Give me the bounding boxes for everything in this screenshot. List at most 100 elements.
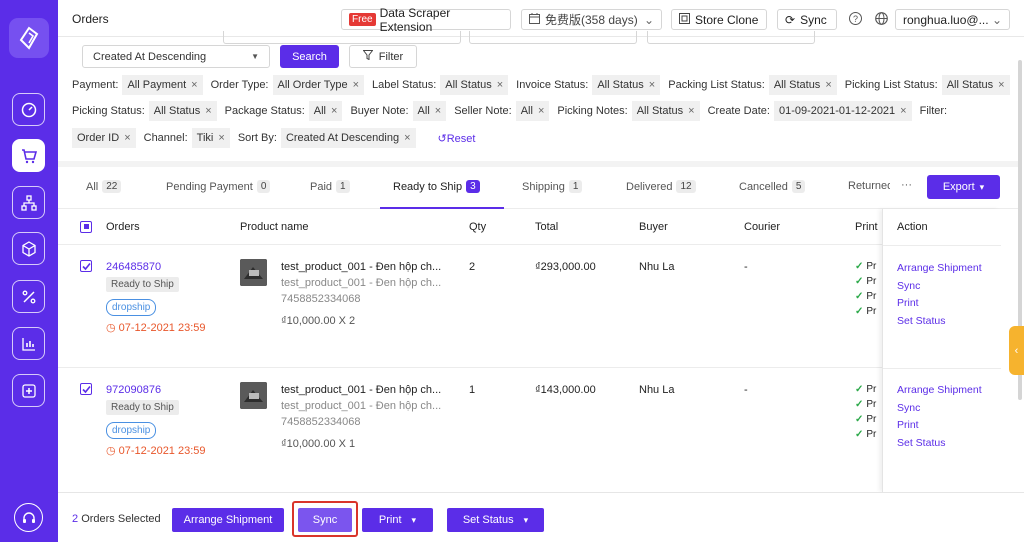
column-product[interactable]: Product name bbox=[240, 221, 308, 233]
tab-all[interactable]: All 22 bbox=[86, 180, 122, 193]
set-status-link[interactable]: Set Status bbox=[897, 437, 945, 449]
row-checkbox[interactable] bbox=[80, 260, 92, 274]
bulk-set-status-button[interactable]: Set Status ▾ bbox=[447, 508, 544, 532]
bulk-sync-button[interactable]: Sync bbox=[298, 508, 352, 532]
filter-chip-sort-by[interactable]: Created At Descending × bbox=[280, 128, 416, 148]
selection-summary: 2 Orders Selected bbox=[72, 513, 161, 525]
column-total[interactable]: Total bbox=[535, 221, 558, 233]
filter-chip-order-id[interactable]: Order ID × bbox=[72, 128, 136, 148]
chart-icon[interactable] bbox=[12, 327, 45, 360]
table-row[interactable]: 972090876 Ready to Ship dropship ◷ 07-12… bbox=[58, 368, 882, 492]
close-icon[interactable]: × bbox=[218, 132, 224, 144]
reset-link[interactable]: ↺Reset bbox=[438, 132, 476, 145]
date-input-partial[interactable] bbox=[469, 31, 637, 44]
filter-chip-order-type[interactable]: All Order Type × bbox=[272, 75, 365, 95]
close-icon[interactable]: × bbox=[825, 79, 831, 91]
tab-shipping[interactable]: Shipping 1 bbox=[522, 180, 583, 193]
tab-cancelled[interactable]: Cancelled 5 bbox=[739, 180, 806, 193]
bulk-arrange-shipment-button[interactable]: Arrange Shipment bbox=[172, 508, 284, 532]
product-name[interactable]: test_product_001 - Đen hộp ch... bbox=[281, 261, 441, 273]
search-button[interactable]: Search bbox=[280, 45, 339, 68]
filter-chip-packing-list-status[interactable]: All Status × bbox=[768, 75, 837, 95]
table-row[interactable]: 246485870 Ready to Ship dropship ◷ 07-12… bbox=[58, 245, 882, 368]
tab-pending-payment[interactable]: Pending Payment 0 bbox=[166, 180, 271, 193]
export-button[interactable]: Export ▾ bbox=[927, 175, 1000, 199]
arrange-shipment-link[interactable]: Arrange Shipment bbox=[897, 262, 982, 274]
tab-label: All bbox=[86, 180, 99, 193]
column-qty[interactable]: Qty bbox=[469, 221, 486, 233]
tab-delivered[interactable]: Delivered 12 bbox=[626, 180, 696, 193]
product-thumbnail[interactable] bbox=[240, 259, 267, 286]
filter-chip-payment[interactable]: All Payment × bbox=[122, 75, 203, 95]
product-name[interactable]: test_product_001 - Đen hộp ch... bbox=[281, 384, 441, 396]
close-icon[interactable]: × bbox=[435, 105, 441, 117]
cart-icon[interactable] bbox=[12, 139, 45, 172]
filter-chip-label-status[interactable]: All Status × bbox=[440, 75, 509, 95]
close-icon[interactable]: × bbox=[331, 105, 337, 117]
close-icon[interactable]: × bbox=[205, 105, 211, 117]
globe-icon[interactable] bbox=[875, 12, 888, 28]
filter-chip-package-status[interactable]: All × bbox=[308, 101, 343, 121]
close-icon[interactable]: × bbox=[688, 105, 694, 117]
tab-ready-to-ship[interactable]: Ready to Ship 3 bbox=[393, 180, 480, 193]
sort-select[interactable]: Created At Descending ▼ bbox=[82, 45, 270, 68]
close-icon[interactable]: × bbox=[649, 79, 655, 91]
bulk-print-button[interactable]: Print ▾ bbox=[362, 508, 433, 532]
column-orders[interactable]: Orders bbox=[106, 221, 140, 233]
filter-chip-picking-notes[interactable]: All Status × bbox=[631, 101, 700, 121]
filter-chip-picking-list-status[interactable]: All Status × bbox=[941, 75, 1010, 95]
order-id-link[interactable]: 246485870 bbox=[106, 261, 161, 273]
search-input-partial[interactable] bbox=[223, 31, 461, 44]
plan-select[interactable]: 免费版(358 days) ⌄ bbox=[521, 9, 662, 30]
arrange-shipment-link[interactable]: Arrange Shipment bbox=[897, 384, 982, 396]
sync-top-button[interactable]: ⟳ Sync bbox=[777, 9, 837, 30]
column-courier[interactable]: Courier bbox=[744, 221, 780, 233]
print-link[interactable]: Print bbox=[897, 419, 919, 431]
check-icon: ✓ bbox=[855, 291, 864, 302]
headset-icon[interactable] bbox=[14, 503, 43, 532]
tab-paid[interactable]: Paid 1 bbox=[310, 180, 350, 193]
row-checkbox[interactable] bbox=[80, 383, 92, 397]
select-all-checkbox[interactable] bbox=[80, 220, 92, 233]
product-thumbnail[interactable] bbox=[240, 382, 267, 409]
close-icon[interactable]: × bbox=[998, 79, 1004, 91]
close-icon[interactable]: × bbox=[353, 79, 359, 91]
box-icon[interactable] bbox=[12, 232, 45, 265]
close-icon[interactable]: × bbox=[124, 132, 130, 144]
close-icon[interactable]: × bbox=[538, 105, 544, 117]
filter-button[interactable]: Filter bbox=[349, 45, 417, 68]
close-icon[interactable]: × bbox=[900, 105, 906, 117]
filter-chip-create-date[interactable]: 01-09-2021-01-12-2021 × bbox=[773, 101, 912, 121]
store-clone-button[interactable]: Store Clone bbox=[671, 9, 767, 30]
close-icon[interactable]: × bbox=[191, 79, 197, 91]
filter-chip-invoice-status[interactable]: All Status × bbox=[592, 75, 661, 95]
column-print[interactable]: Print bbox=[855, 221, 879, 233]
filter-label-invoice-status: Invoice Status: bbox=[516, 79, 589, 91]
filter-chip-picking-status[interactable]: All Status × bbox=[148, 101, 217, 121]
chevron-left-icon[interactable]: ‹ bbox=[1009, 326, 1024, 375]
sitemap-icon[interactable] bbox=[12, 186, 45, 219]
percent-icon[interactable] bbox=[12, 280, 45, 313]
tab-returned[interactable]: Returned bbox=[848, 180, 890, 192]
print-link[interactable]: Print bbox=[897, 297, 919, 309]
filter-chip-buyer-note[interactable]: All × bbox=[412, 101, 447, 121]
sync-link[interactable]: Sync bbox=[897, 402, 920, 414]
app-logo[interactable] bbox=[9, 18, 49, 58]
close-icon[interactable]: × bbox=[497, 79, 503, 91]
sync-link[interactable]: Sync bbox=[897, 280, 920, 292]
check-icon: ✓ bbox=[855, 399, 864, 410]
add-box-icon[interactable] bbox=[12, 374, 45, 407]
column-buyer[interactable]: Buyer bbox=[639, 221, 668, 233]
set-status-link[interactable]: Set Status bbox=[897, 315, 945, 327]
help-icon[interactable]: ? bbox=[849, 12, 862, 25]
data-scraper-button[interactable]: Free Data Scraper Extension bbox=[341, 6, 511, 34]
close-icon[interactable]: × bbox=[404, 132, 410, 144]
filter-chip-channel[interactable]: Tiki × bbox=[191, 128, 230, 148]
user-menu[interactable]: ronghua.luo@... ⌄ bbox=[895, 9, 1010, 30]
more-icon[interactable]: ··· bbox=[901, 179, 912, 191]
filter-chip-seller-note[interactable]: All × bbox=[515, 101, 550, 121]
dashboard-icon[interactable] bbox=[12, 93, 45, 126]
check-icon: ✓ bbox=[855, 429, 864, 440]
order-id-link[interactable]: 972090876 bbox=[106, 384, 161, 396]
channel-input-partial[interactable] bbox=[647, 31, 815, 44]
